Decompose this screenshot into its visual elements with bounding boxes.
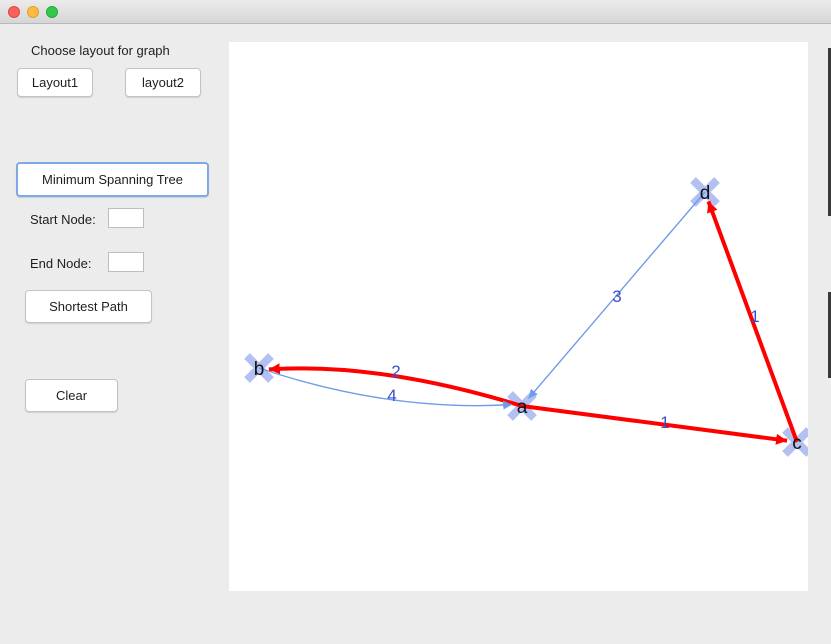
layout2-button[interactable]: layout2 [125, 68, 201, 97]
zoom-window-button[interactable] [46, 6, 58, 18]
edge-a-c [521, 404, 788, 445]
layout-heading: Choose layout for graph [31, 43, 170, 58]
edge-c-d-weight: 1 [750, 307, 759, 326]
window-right-edge [826, 24, 831, 644]
close-window-button[interactable] [8, 6, 20, 18]
shortest-path-button[interactable]: Shortest Path [25, 290, 152, 323]
node-c-label: c [792, 433, 802, 454]
end-node-input[interactable] [108, 252, 144, 272]
window-titlebar [0, 0, 831, 24]
layout1-button[interactable]: Layout1 [17, 68, 93, 97]
edge-b-a-weight: 4 [387, 386, 396, 405]
clear-button[interactable]: Clear [25, 379, 118, 412]
graph-drawing: 2 4 3 1 1 b a d c [244, 177, 808, 457]
node-b-label: b [254, 359, 265, 380]
end-node-label: End Node: [30, 256, 92, 271]
node-d-label: d [700, 183, 711, 204]
start-node-label: Start Node: [30, 212, 96, 227]
graph-canvas[interactable]: 2 4 3 1 1 b a d c [229, 42, 808, 591]
node-a-label: a [517, 397, 528, 418]
edge-d-a-weight: 3 [612, 287, 621, 306]
start-node-input[interactable] [108, 208, 144, 228]
minimize-window-button[interactable] [27, 6, 39, 18]
edge-a-b-weight: 2 [391, 362, 400, 381]
minimum-spanning-tree-button[interactable]: Minimum Spanning Tree [16, 162, 209, 197]
edge-a-c-weight: 1 [660, 413, 669, 432]
